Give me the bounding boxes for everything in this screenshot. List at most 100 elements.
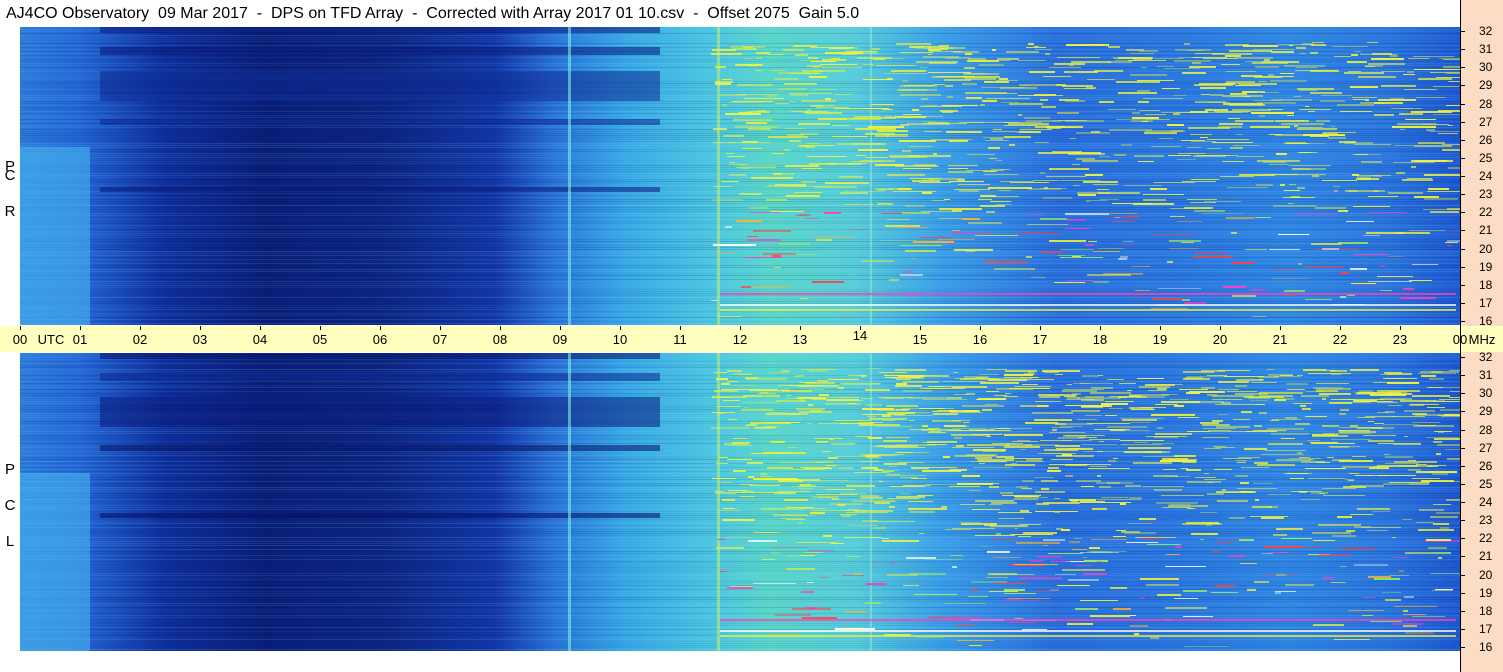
mhz-unit-label: MHz xyxy=(1468,332,1496,347)
utc-axis-band: 00 01 02 03 04 05 06 07 08 09 10 11 12 13 14 15 16 17 18 19… xyxy=(0,326,1503,352)
lcp-mhz-tick-mark xyxy=(1460,628,1465,630)
utc-tick-mark xyxy=(620,326,621,330)
rcp-mhz-tick-label: 16 xyxy=(1479,314,1493,328)
utc-tick-label: 03 xyxy=(192,332,208,347)
lcp-mhz-tick-label: 25 xyxy=(1479,476,1493,491)
utc-tick-mark xyxy=(1220,326,1221,330)
lcp-letter-c: C xyxy=(4,497,16,514)
lcp-mhz-tick-mark xyxy=(1460,610,1465,612)
utc-tick-label: 13 xyxy=(792,332,808,347)
rcp-mhz-tick-label: 20 xyxy=(1479,241,1493,256)
utc-tick-label: 09 xyxy=(552,332,568,347)
rcp-mhz-tick-mark xyxy=(1460,121,1465,123)
utc-tick-mark xyxy=(380,326,381,330)
utc-tick-label: 08 xyxy=(492,332,508,347)
rcp-mhz-tick-label: 31 xyxy=(1479,42,1493,57)
lcp-mhz-tick-mark xyxy=(1460,447,1465,449)
utc-tick-mark xyxy=(1100,326,1101,330)
rcp-mhz-tick-mark xyxy=(1460,302,1465,304)
utc-tick-mark xyxy=(440,326,441,330)
lcp-mhz-tick-label: 23 xyxy=(1479,513,1493,528)
utc-tick-mark xyxy=(1040,326,1041,330)
lcp-mhz-tick-label: 19 xyxy=(1479,585,1493,600)
lcp-mhz-tick-mark xyxy=(1460,357,1465,358)
rcp-mhz-tick-mark xyxy=(1460,176,1465,177)
utc-tick-label: 10 xyxy=(612,332,628,347)
rcp-mhz-tick-mark xyxy=(1460,321,1465,322)
spectrogram-texture xyxy=(20,27,1460,325)
lcp-mhz-tick-label: 26 xyxy=(1479,458,1493,473)
utc-tick-label: 17 xyxy=(1032,332,1048,347)
lcp-mhz-tick-mark xyxy=(1460,502,1465,503)
lcp-mhz-tick-label: 24 xyxy=(1479,495,1493,509)
lcp-spectrogram xyxy=(20,353,1460,651)
lcp-mhz-tick-label: 30 xyxy=(1479,386,1493,401)
lcp-mhz-tick-mark xyxy=(1460,592,1465,594)
rcp-mhz-tick-label: 25 xyxy=(1479,150,1493,165)
utc-tick-mark xyxy=(80,326,81,330)
rcp-mhz-tick-mark xyxy=(1460,31,1465,32)
utc-tick-label: 21 xyxy=(1272,332,1288,347)
rcp-mhz-tick-label: 17 xyxy=(1479,295,1493,310)
utc-unit-label: UTC xyxy=(37,332,65,347)
lcp-mhz-tick-mark xyxy=(1460,483,1465,485)
utc-tick-mark xyxy=(1160,326,1161,330)
utc-tick-label: 14 xyxy=(852,328,868,343)
lcp-letter-p: P xyxy=(4,461,15,478)
lcp-mhz-tick-mark xyxy=(1460,556,1465,558)
rcp-mhz-tick-label: 18 xyxy=(1479,277,1493,292)
utc-tick-mark xyxy=(1280,326,1281,330)
rcp-mhz-tick-mark xyxy=(1460,139,1465,141)
rcp-mhz-tick-label: 23 xyxy=(1479,187,1493,202)
utc-tick-label: 02 xyxy=(132,332,148,347)
lcp-mhz-tick-label: 32 xyxy=(1479,350,1493,364)
utc-tick-label: 04 xyxy=(252,332,268,347)
rcp-mhz-tick-mark xyxy=(1460,49,1465,51)
lcp-mhz-tick-mark xyxy=(1460,465,1465,467)
utc-tick-label: 15 xyxy=(912,332,928,347)
rcp-mhz-tick-mark xyxy=(1460,212,1465,214)
spectrogram-texture xyxy=(20,353,1460,651)
rcp-mhz-tick-label: 26 xyxy=(1479,132,1493,147)
utc-tick-label: 20 xyxy=(1212,332,1228,347)
utc-tick-mark xyxy=(320,326,321,330)
utc-tick-label: 07 xyxy=(432,332,448,347)
rcp-mhz-tick-label: 28 xyxy=(1479,96,1493,111)
rcp-mhz-tick-label: 24 xyxy=(1479,169,1493,183)
lcp-mhz-tick-mark xyxy=(1460,574,1465,576)
lcp-mhz-tick-mark xyxy=(1460,520,1465,522)
rcp-mhz-tick-label: 21 xyxy=(1479,223,1493,238)
utc-tick-mark xyxy=(500,326,501,330)
lcp-mhz-tick-mark xyxy=(1460,375,1465,377)
rcp-letter-c: C xyxy=(4,167,16,184)
utc-tick-mark xyxy=(260,326,261,330)
utc-tick-label: 06 xyxy=(372,332,388,347)
rcp-letter-r: R xyxy=(4,203,16,220)
rcp-mhz-tick-label: 27 xyxy=(1479,114,1493,129)
lcp-mhz-tick-label: 21 xyxy=(1479,549,1493,564)
chart-title: AJ4CO Observatory 09 Mar 2017 - DPS on T… xyxy=(6,5,860,22)
utc-tick-mark xyxy=(800,326,801,330)
rcp-mhz-tick-mark xyxy=(1460,157,1465,159)
lcp-mhz-tick-label: 29 xyxy=(1479,404,1493,419)
utc-tick-label: 01 xyxy=(72,332,88,347)
utc-tick-label: 23 xyxy=(1392,332,1408,347)
lcp-mhz-tick-label: 17 xyxy=(1479,621,1493,636)
rcp-spectrogram xyxy=(20,27,1460,325)
lcp-mhz-tick-label: 18 xyxy=(1479,603,1493,618)
rcp-mhz-tick-mark xyxy=(1460,230,1465,232)
lcp-mhz-tick-mark xyxy=(1460,647,1465,648)
rcp-mhz-tick-mark xyxy=(1460,85,1465,87)
rcp-mhz-tick-mark xyxy=(1460,284,1465,286)
utc-tick-label: 22 xyxy=(1332,332,1348,347)
rcp-mhz-tick-mark xyxy=(1460,266,1465,268)
lcp-mhz-tick-label: 22 xyxy=(1479,531,1493,546)
utc-tick-label: 11 xyxy=(673,332,687,347)
utc-tick-mark xyxy=(920,326,921,330)
utc-tick-mark xyxy=(140,326,141,330)
utc-tick-label: 16 xyxy=(972,332,988,347)
lcp-mhz-tick-label: 31 xyxy=(1479,368,1493,383)
utc-tick-mark xyxy=(20,326,21,330)
utc-tick-mark xyxy=(1340,326,1341,330)
rcp-mhz-tick-label: 22 xyxy=(1479,205,1493,220)
